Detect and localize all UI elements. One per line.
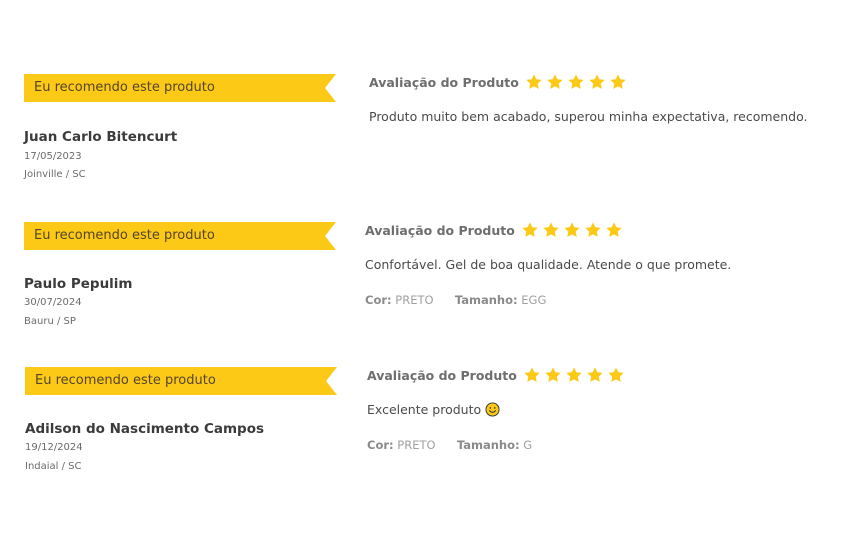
reviewer-location: Indaial / SC xyxy=(25,461,82,472)
rating-stars xyxy=(523,366,625,384)
recommend-label: Eu recomendo este produto xyxy=(35,373,216,388)
color-label: Cor: xyxy=(365,293,392,307)
reviewer-location: Bauru / SP xyxy=(24,316,76,327)
reviewer-name: Adilson do Nascimento Campos xyxy=(25,421,265,437)
review-comment: Confortável. Gel de boa qualidade. Atend… xyxy=(365,257,732,272)
color-label: Cor: xyxy=(367,438,394,452)
star-icon xyxy=(544,366,562,384)
star-icon xyxy=(563,221,581,239)
smiley-face-icon xyxy=(485,402,500,420)
review-card: Eu recomendo este produto Adilson do Nas… xyxy=(0,0,850,472)
color-value: PRETO xyxy=(397,438,436,452)
star-icon xyxy=(605,221,623,239)
product-rating: Avaliação do Produto xyxy=(365,221,623,239)
reviewer-location: Joinville / SC xyxy=(24,169,86,180)
star-icon xyxy=(607,366,625,384)
product-variant: Cor: PRETO Tamanho: G xyxy=(367,438,532,452)
star-icon xyxy=(584,221,602,239)
rating-label: Avaliação do Produto xyxy=(367,367,517,383)
color-value: PRETO xyxy=(395,293,434,307)
recommend-ribbon: Eu recomendo este produto xyxy=(25,367,337,395)
review-date: 30/07/2024 xyxy=(24,297,82,308)
star-icon xyxy=(521,221,539,239)
product-rating: Avaliação do Produto xyxy=(367,366,625,384)
recommend-ribbon: Eu recomendo este produto xyxy=(24,222,336,250)
size-label: Tamanho: xyxy=(456,438,520,452)
size-value: EGG xyxy=(521,293,547,307)
recommend-label: Eu recomendo este produto xyxy=(34,228,215,243)
reviewer-name: Paulo Pepulim xyxy=(24,276,133,292)
review-date: 19/12/2024 xyxy=(25,442,83,453)
review-comment-text: Excelente produto xyxy=(367,402,482,417)
star-icon xyxy=(542,221,560,239)
size-label: Tamanho: xyxy=(454,293,518,307)
rating-stars xyxy=(521,221,623,239)
review-date: 17/05/2023 xyxy=(24,151,82,162)
star-icon xyxy=(586,366,604,384)
star-icon xyxy=(565,366,583,384)
product-variant: Cor: PRETO Tamanho: EGG xyxy=(365,293,546,307)
star-icon xyxy=(523,366,541,384)
review-comment: Excelente produto xyxy=(367,402,500,420)
size-value: G xyxy=(523,438,533,452)
rating-label: Avaliação do Produto xyxy=(365,222,515,238)
